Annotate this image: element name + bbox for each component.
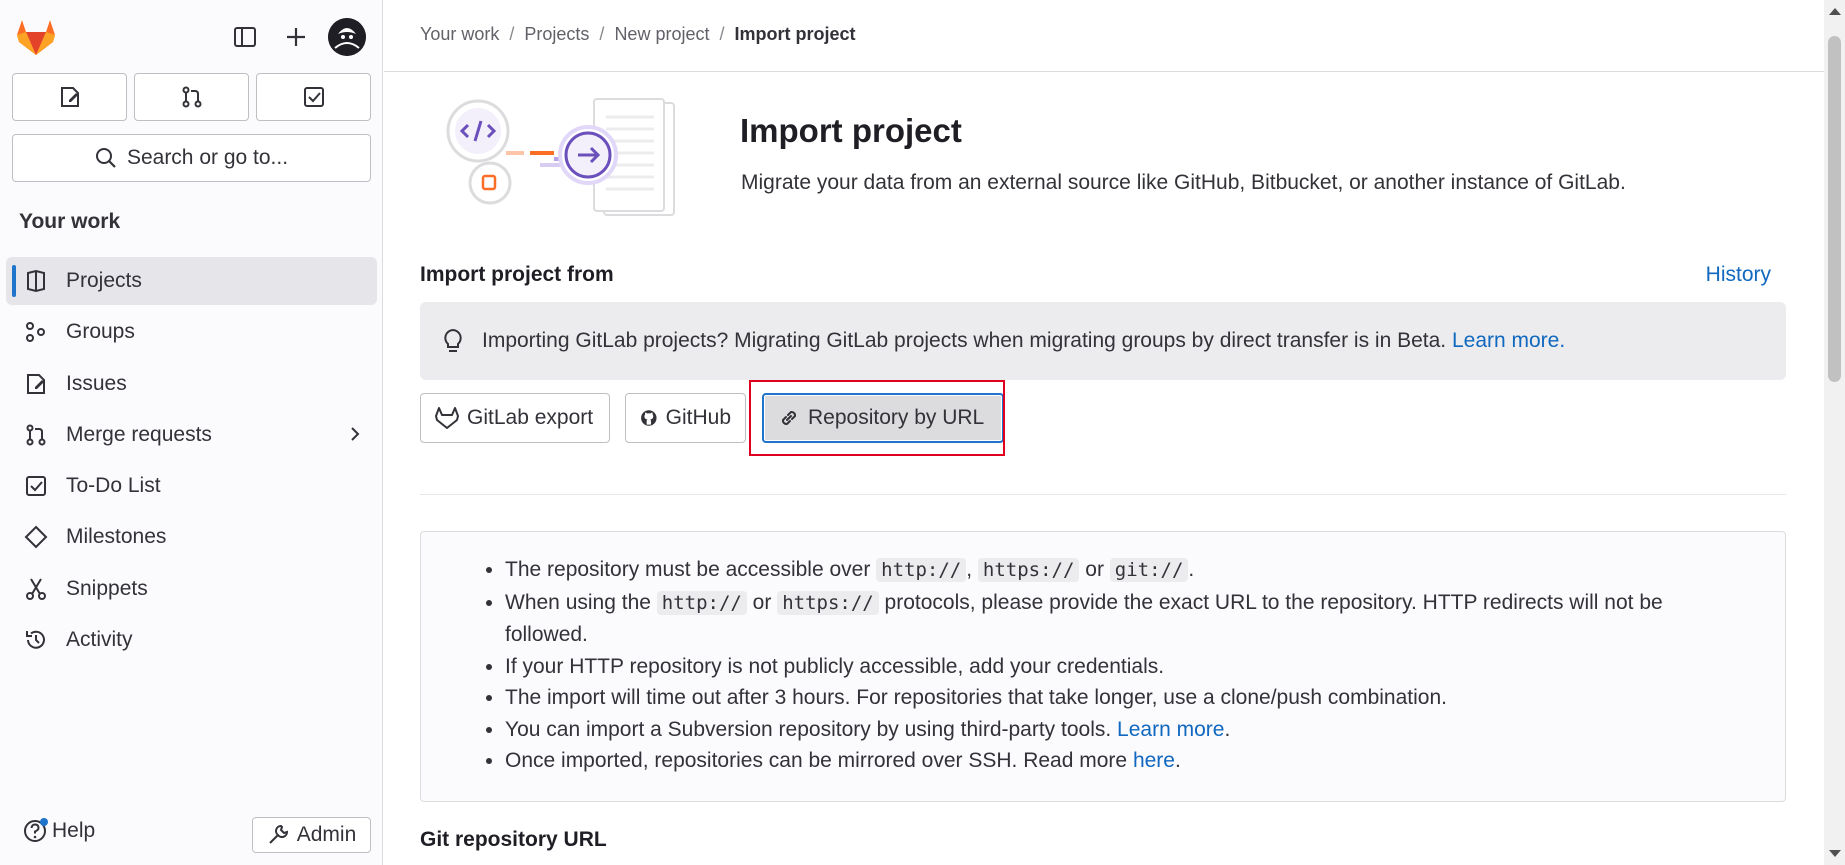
requirement-item: If your HTTP repository is not publicly … (505, 651, 1745, 683)
beta-info-alert: Importing GitLab projects? Migrating Git… (420, 302, 1786, 380)
admin-label: Admin (296, 823, 357, 846)
project-icon (22, 267, 50, 295)
bulb-icon (442, 328, 464, 354)
todo-icon (22, 472, 50, 500)
milestone-icon (22, 523, 50, 551)
alert-learn-more-link[interactable]: Learn more. (1452, 329, 1565, 353)
page-scrollbar[interactable] (1824, 0, 1845, 865)
help-button[interactable]: Help (22, 818, 95, 844)
repository-requirements-panel: The repository must be accessible over h… (420, 531, 1786, 802)
sidebar-item-projects[interactable]: Projects (6, 257, 377, 305)
help-icon (24, 818, 48, 842)
sidebar-item-groups[interactable]: Groups (6, 308, 377, 356)
help-label: Help (52, 819, 96, 842)
breadcrumb-import-project[interactable]: Import project (735, 24, 856, 45)
page-title: Import project (740, 112, 962, 149)
mirroring-here-link[interactable]: here (1133, 749, 1175, 772)
admin-button[interactable]: Admin (252, 817, 371, 853)
section-divider (420, 494, 1786, 495)
breadcrumb-new-project[interactable]: New project (614, 24, 709, 45)
sidebar-item-label: To-Do List (66, 474, 161, 498)
merge-request-icon (182, 86, 201, 108)
github-label: GitHub (665, 406, 731, 429)
sidebar-item-label: Snippets (66, 576, 148, 600)
history-link[interactable]: History (1706, 263, 1771, 287)
requirement-item: You can import a Subversion repository b… (505, 714, 1745, 746)
search-placeholder: Search or go to... (126, 146, 289, 169)
history-icon (22, 626, 50, 654)
highlight-box (749, 380, 1005, 456)
git-repository-url-label: Git repository URL (420, 828, 607, 851)
sidebar-item-label: Issues (66, 371, 127, 395)
issues-icon (22, 370, 50, 398)
requirement-item: Once imported, repositories can be mirro… (505, 745, 1745, 777)
import-from-label: Import project from (420, 263, 614, 286)
page-subtitle: Migrate your data from an external sourc… (741, 171, 1626, 194)
requirement-item: When using the http:// or https:// proto… (505, 587, 1745, 651)
breadcrumb-separator: / (719, 24, 725, 44)
wrench-icon (269, 824, 288, 844)
sidebar-nav: Projects Groups Issues Merge requests To… (6, 257, 377, 667)
sidebar-header (0, 0, 383, 72)
breadcrumb-separator: / (599, 24, 605, 44)
group-icon (22, 318, 50, 346)
gitlab-export-label: GitLab export (467, 406, 594, 429)
sidebar-item-label: Projects (66, 269, 142, 292)
sidebar-item-label: Milestones (66, 525, 167, 549)
header-divider (384, 71, 1824, 72)
merge-requests-button[interactable] (134, 73, 249, 121)
breadcrumb-separator: / (509, 24, 515, 44)
breadcrumb: Your work / Projects / New project / Imp… (420, 24, 856, 45)
breadcrumb-projects[interactable]: Projects (524, 24, 589, 45)
sidebar-item-milestones[interactable]: Milestones (6, 513, 377, 561)
chevron-right-icon[interactable] (349, 425, 361, 449)
search-icon (95, 148, 116, 168)
breadcrumb-your-work[interactable]: Your work (420, 24, 499, 45)
snippet-icon (22, 575, 50, 603)
merge-request-icon (22, 421, 50, 449)
alert-text: Importing GitLab projects? Migrating Git… (482, 329, 1447, 352)
sidebar-section-title: Your work (19, 210, 121, 233)
issues-icon (60, 87, 79, 107)
create-new-icon[interactable] (279, 20, 313, 54)
sidebar-item-merge-requests[interactable]: Merge requests (6, 411, 377, 459)
sidebar-item-label: Activity (66, 628, 133, 652)
main-content: Your work / Projects / New project / Imp… (384, 0, 1824, 865)
github-button[interactable]: GitHub (625, 393, 746, 443)
github-icon (641, 410, 657, 426)
tanuki-icon (435, 407, 459, 429)
scrollbar-thumb[interactable] (1828, 36, 1841, 382)
import-illustration (444, 95, 684, 225)
todo-icon (303, 87, 324, 107)
assigned-issues-button[interactable] (12, 73, 127, 121)
gitlab-logo-icon[interactable] (16, 18, 56, 56)
todo-list-button[interactable] (256, 73, 371, 121)
search-input[interactable]: Search or go to... (12, 134, 371, 182)
requirement-item: The repository must be accessible over h… (505, 554, 1745, 587)
gitlab-export-button[interactable]: GitLab export (420, 393, 610, 443)
user-avatar[interactable] (328, 18, 366, 56)
scroll-down-arrow-icon[interactable] (1829, 850, 1841, 857)
sidebar-item-label: Groups (66, 320, 135, 344)
sidebar: Search or go to... Your work Projects Gr… (0, 0, 383, 865)
sidebar-item-snippets[interactable]: Snippets (6, 565, 377, 613)
sidebar-item-label: Merge requests (66, 422, 212, 446)
requirement-item: The import will time out after 3 hours. … (505, 682, 1745, 714)
sidebar-item-issues[interactable]: Issues (6, 360, 377, 408)
scroll-up-arrow-icon[interactable] (1829, 8, 1841, 15)
sidebar-item-todo-list[interactable]: To-Do List (6, 462, 377, 510)
toggle-sidebar-icon[interactable] (228, 20, 262, 54)
sidebar-item-activity[interactable]: Activity (6, 616, 377, 664)
subversion-learn-more-link[interactable]: Learn more (1117, 718, 1224, 741)
